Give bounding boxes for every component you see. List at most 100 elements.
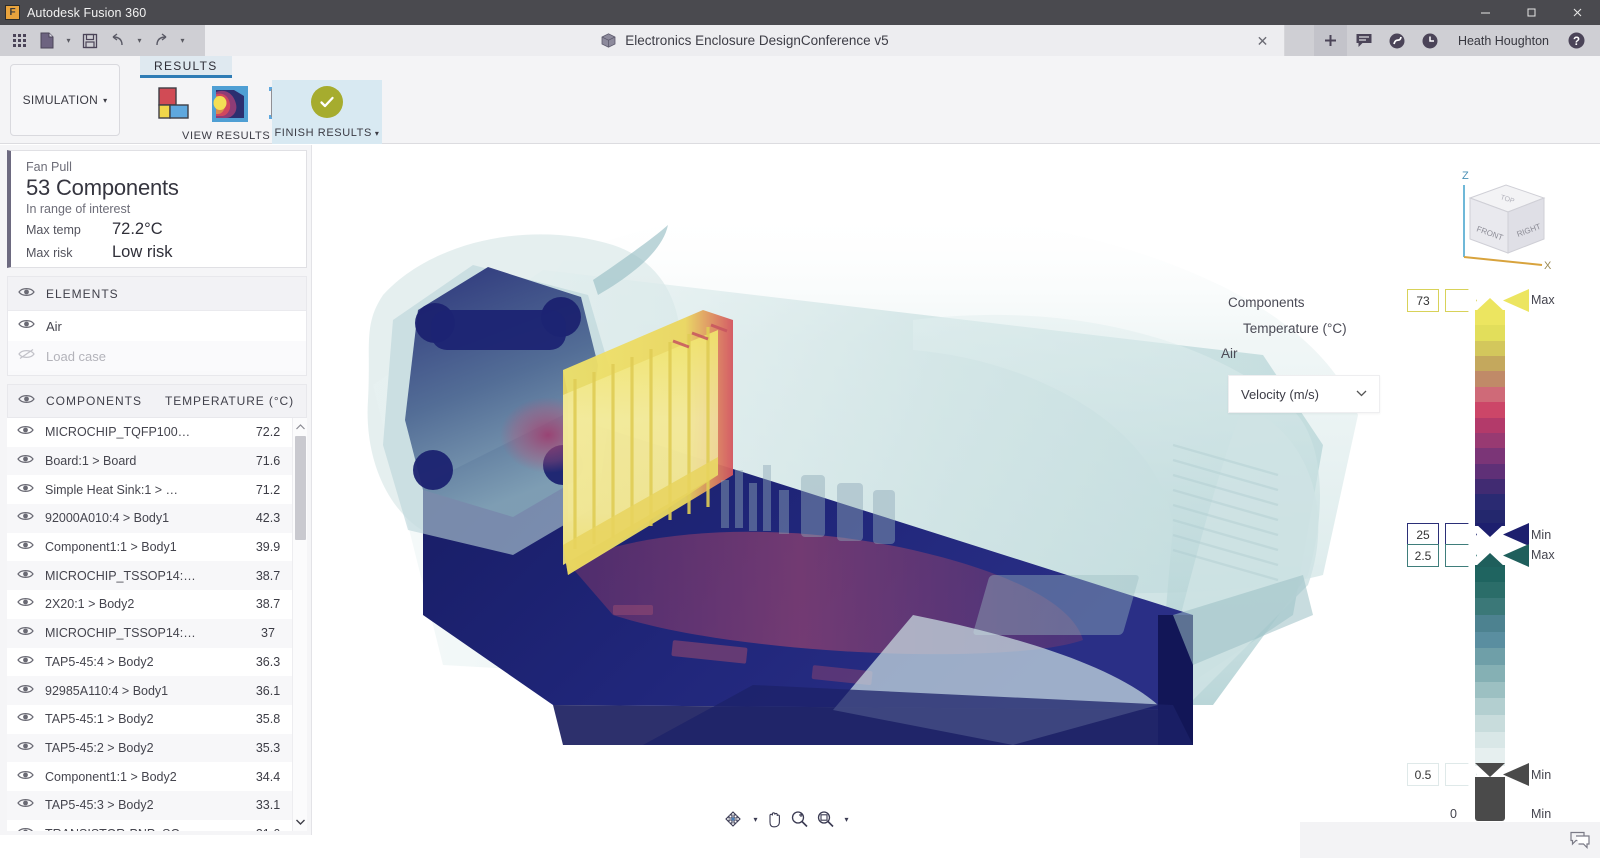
colorbar-max-handle[interactable] [1445,289,1477,312]
element-row-air[interactable]: Air [8,311,306,341]
close-button[interactable] [1554,0,1600,25]
colorbar-max-pointer [1475,298,1505,312]
grid-icon[interactable] [6,28,32,54]
table-row[interactable]: MICROCHIP_TSSOP14:… 38.7 [7,561,307,591]
visibility-eye-icon[interactable] [18,392,35,410]
tab-results[interactable]: RESULTS [140,56,232,78]
visibility-eye-icon[interactable] [17,653,34,671]
table-row[interactable]: Component1:1 > Body1 39.9 [7,532,307,562]
user-name[interactable]: Heath Houghton [1448,34,1559,48]
pan-icon[interactable] [765,810,783,828]
visibility-eye-icon[interactable] [18,317,35,335]
comment-icon[interactable] [1349,25,1380,56]
component-name: TAP5-45:4 > Body2 [45,654,154,669]
table-row[interactable]: TAP5-45:2 > Body2 35.3 [7,733,307,763]
chevron-down-icon: ▾ [374,129,380,138]
table-row[interactable]: TRANSISTOR-PNP_SC…31.6 [7,819,307,831]
file-menu-caret-icon[interactable]: ▾ [62,28,75,54]
elements-header[interactable]: ELEMENTS [8,277,306,311]
header-right-controls: Heath Houghton ? [1313,25,1600,56]
velocity-legend[interactable]: 2.5 Max 0.5 Min 0 Min [1403,540,1573,821]
table-row[interactable]: 2X20:1 > Body2 38.7 [7,590,307,619]
new-tab-button[interactable] [1313,25,1347,56]
visibility-eye-icon[interactable] [17,710,34,728]
visibility-eye-icon[interactable] [17,481,34,499]
redo-icon[interactable] [148,28,174,54]
visibility-eye-icon[interactable] [17,595,34,613]
undo-caret-icon[interactable]: ▾ [133,28,146,54]
redo-caret-icon[interactable]: ▾ [176,28,189,54]
table-row[interactable]: MICROCHIP_TSSOP14:… 37 [7,618,307,648]
table-row[interactable]: TAP5-45:4 > Body2 36.3 [7,647,307,677]
result-types-button[interactable] [150,80,198,124]
table-row[interactable]: Component1:1 > Body2 34.4 [7,762,307,791]
colorbar-min-handle[interactable] [1445,763,1477,786]
zoom-caret-icon[interactable]: ▾ [845,815,849,824]
visibility-eye-icon[interactable] [17,825,34,831]
table-row[interactable]: MICROCHIP_TQFP100… 72.2 [7,418,307,447]
visibility-eye-icon[interactable] [17,509,34,527]
colorbar-max-value[interactable]: 2.5 [1407,544,1439,567]
zoom-icon[interactable] [790,810,809,828]
table-row[interactable]: TAP5-45:1 > Body2 35.8 [7,704,307,734]
visibility-eye-icon[interactable] [17,796,34,814]
save-icon[interactable] [77,28,103,54]
max-temp-row: Max temp 72.2°C [26,220,306,239]
view-cube[interactable]: Z X FRONT RIGHT TOP [1440,165,1560,275]
help-icon[interactable]: ? [1561,25,1592,56]
visibility-eye-icon[interactable] [17,423,34,441]
workspace-selector[interactable]: SIMULATION ▾ [10,64,120,136]
table-row[interactable]: Board:1 > Board 71.6 [7,446,307,476]
notification-icon[interactable] [1382,25,1413,56]
view-results-label: VIEW RESULTS [182,130,271,142]
panel-label-finish-results[interactable]: FINISH RESULTS ▾ [274,127,379,139]
scroll-down-icon[interactable] [293,815,308,829]
visibility-eye-icon[interactable] [17,567,34,585]
visibility-eye-icon[interactable] [17,538,34,556]
visibility-eye-icon[interactable] [17,452,34,470]
undo-icon[interactable] [105,28,131,54]
colorbar-band [1475,681,1505,699]
table-row[interactable]: 92000A010:4 > Body1 42.3 [7,504,307,533]
visibility-eye-icon[interactable] [17,739,34,757]
table-row[interactable]: Simple Heat Sink:1 > … 71.2 [7,475,307,505]
colorbar-min-value[interactable]: 0.5 [1407,763,1439,786]
element-row-load-case[interactable]: Load case [8,341,306,371]
maximize-button[interactable] [1508,0,1554,25]
navigation-toolbar[interactable]: ▾ ▾ [721,806,851,832]
visibility-eye-off-icon[interactable] [18,347,35,365]
max-risk-value: Low risk [112,243,173,261]
colorbar-band [1475,432,1505,449]
visibility-eye-icon[interactable] [18,285,35,303]
fit-view-icon[interactable] [816,810,835,828]
document-tab[interactable]: Electronics Enclosure DesignConference v… [205,25,1285,56]
colorbar-max-value[interactable]: 73 [1407,289,1439,312]
minimize-button[interactable] [1462,0,1508,25]
column-header-temperature: TEMPERATURE (°C) [165,394,294,408]
visibility-eye-icon[interactable] [17,624,34,642]
document-tab-close-icon[interactable]: ✕ [1255,33,1270,48]
component-name: MICROCHIP_TQFP100… [45,425,191,440]
velocity-dropdown[interactable]: Velocity (m/s) [1228,375,1380,413]
orbit-icon[interactable] [723,810,743,828]
history-icon[interactable] [1415,25,1446,56]
contour-plot-button[interactable] [206,80,254,124]
visibility-eye-icon[interactable] [17,682,34,700]
visibility-eye-icon[interactable] [17,768,34,786]
table-row[interactable]: TAP5-45:3 > Body2 33.1 [7,790,307,820]
file-icon[interactable] [34,28,60,54]
comments-icon[interactable] [1570,831,1590,854]
component-name: Component1:1 > Body1 [45,540,177,555]
panel-finish-results[interactable]: FINISH RESULTS ▾ [272,80,382,144]
colorbar-max-pointer [1475,553,1505,567]
scroll-up-icon[interactable] [293,420,308,434]
component-name: MICROCHIP_TSSOP14:… [45,626,196,641]
temperature-legend[interactable]: 73 Max 25 Min [1403,285,1573,546]
colorbar-max-handle[interactable] [1445,544,1477,567]
orbit-caret-icon[interactable]: ▾ [753,815,757,824]
scrollbar-thumb[interactable] [295,436,306,540]
components-scrollbar[interactable] [292,418,307,831]
table-row[interactable]: 92985A110:4 > Body1 36.1 [7,676,307,705]
components-table[interactable]: MICROCHIP_TQFP100… 72.2 Board:1 > Board 71.… [7,418,307,831]
viewport-canvas[interactable]: Z X FRONT RIGHT TOP Components Temperatu… [313,145,1600,835]
